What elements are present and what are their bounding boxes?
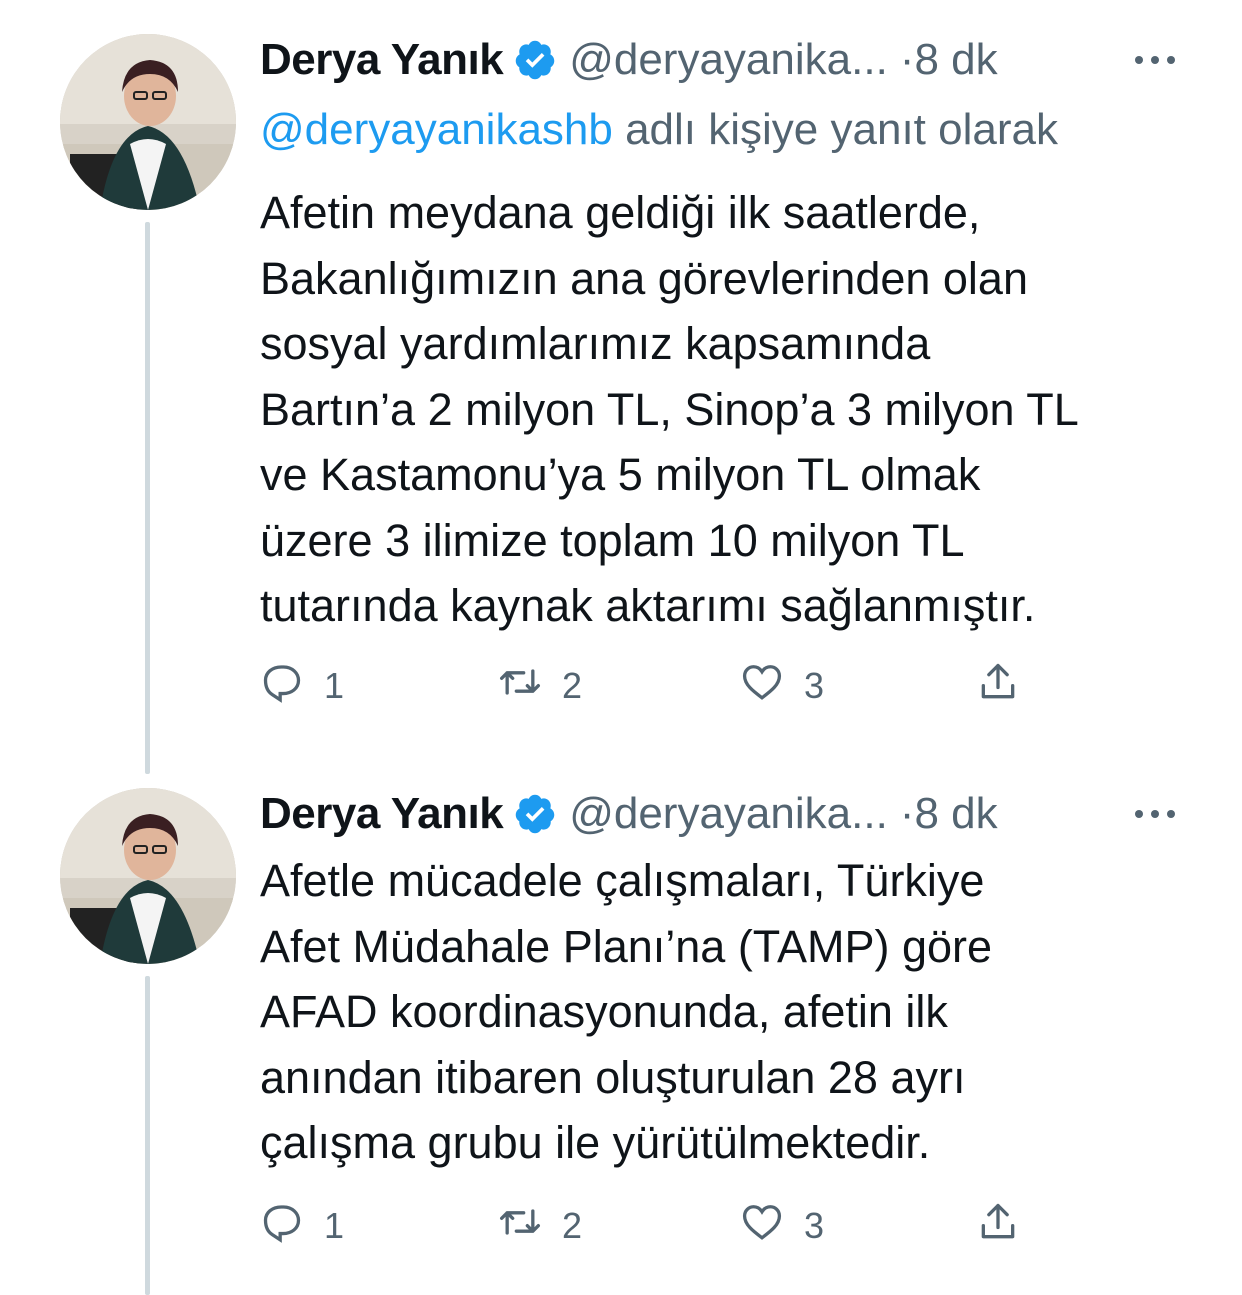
dot-separator: ·: [899, 789, 915, 838]
tweet-text-line: AFAD koordinasyonunda, afetin ilk: [260, 986, 948, 1037]
tweet-text-line: Afetle mücadele çalışmaları, Türkiye: [260, 855, 985, 906]
tweet-text-line: ve Kastamonu’ya 5 milyon TL olmak: [260, 449, 981, 500]
more-icon[interactable]: [1130, 30, 1180, 90]
retweet-count: 2: [562, 1205, 583, 1246]
tweet-text-line: tutarında kaynak aktarımı sağlanmıştır.: [260, 580, 1036, 631]
tweet-1[interactable]: Derya Yanık @deryayanika... · 8 dk @dery…: [0, 0, 1242, 780]
share-button[interactable]: [976, 661, 1020, 711]
dot-separator: ·: [899, 35, 915, 84]
share-icon: [976, 1200, 1020, 1253]
tweet-text-line: Afetin meydana geldiği ilk saatlerde,: [260, 187, 981, 238]
verified-badge-icon: [513, 792, 557, 836]
like-button[interactable]: 3: [740, 661, 824, 711]
tweet-text-line: çalışma grubu ile yürütülmektedir.: [260, 1117, 931, 1168]
retweet-button[interactable]: 2: [498, 661, 582, 711]
replying-to: @deryayanikashb adlı kişiye yanıt olarak: [260, 100, 1058, 160]
timestamp[interactable]: 8 dk: [914, 784, 997, 844]
tweet-text-line: Afet Müdahale Planı’na (TAMP) göre: [260, 920, 993, 972]
tweet-text: Afetin meydana geldiği ilk saatlerde, Ba…: [260, 180, 1220, 639]
tweet-text: Afetle mücadele çalışmaları, Türkiye Afe…: [260, 848, 1220, 1176]
reply-count: 1: [324, 665, 345, 706]
replying-to-handle-link[interactable]: @deryayanikashb: [260, 105, 613, 154]
like-button[interactable]: 3: [740, 1201, 824, 1251]
thread-line: [145, 222, 150, 774]
more-icon[interactable]: [1130, 784, 1180, 844]
tweet-actions: 1 2 3: [260, 661, 1060, 711]
retweet-count: 2: [562, 665, 583, 706]
retweet-button[interactable]: 2: [498, 1201, 582, 1251]
share-icon: [976, 660, 1020, 713]
avatar[interactable]: [60, 34, 236, 210]
avatar[interactable]: [60, 788, 236, 964]
share-button[interactable]: [976, 1201, 1020, 1251]
display-name[interactable]: Derya Yanık: [260, 784, 504, 844]
like-icon: [740, 660, 784, 713]
tweet-text-line: Bakanlığımızın ana görevlerinden olan: [260, 252, 1028, 304]
tweet-actions: 1 2 3: [260, 1201, 1060, 1251]
reply-count: 1: [324, 1205, 345, 1246]
tweet-2[interactable]: Derya Yanık @deryayanika... · 8 dk Afetl…: [0, 780, 1242, 1295]
tweet-text-line: sosyal yardımlarımız kapsamında: [260, 318, 931, 369]
thread-line: [145, 976, 150, 1295]
reply-icon: [260, 1200, 304, 1253]
tweet-text-line: üzere 3 ilimize toplam 10 milyon TL: [260, 514, 965, 566]
replying-to-text: adlı kişiye yanıt olarak: [612, 105, 1058, 154]
handle[interactable]: @deryayanika...: [569, 784, 888, 844]
like-count: 3: [804, 665, 825, 706]
tweet-header: Derya Yanık @deryayanika... · 8 dk: [260, 784, 1190, 844]
retweet-icon: [498, 1200, 542, 1253]
handle[interactable]: @deryayanika...: [569, 30, 888, 90]
display-name[interactable]: Derya Yanık: [260, 30, 504, 90]
retweet-icon: [498, 660, 542, 713]
like-icon: [740, 1200, 784, 1253]
tweet-text-line: Bartın’a 2 milyon TL, Sinop’a 3 milyon T…: [260, 383, 1079, 435]
reply-icon: [260, 660, 304, 713]
reply-button[interactable]: 1: [260, 661, 344, 711]
timestamp[interactable]: 8 dk: [914, 30, 997, 90]
tweet-text-line: anından itibaren oluşturulan 28 ayrı: [260, 1051, 966, 1103]
verified-badge-icon: [513, 38, 557, 82]
tweet-header: Derya Yanık @deryayanika... · 8 dk: [260, 30, 1190, 90]
reply-button[interactable]: 1: [260, 1201, 344, 1251]
like-count: 3: [804, 1205, 825, 1246]
